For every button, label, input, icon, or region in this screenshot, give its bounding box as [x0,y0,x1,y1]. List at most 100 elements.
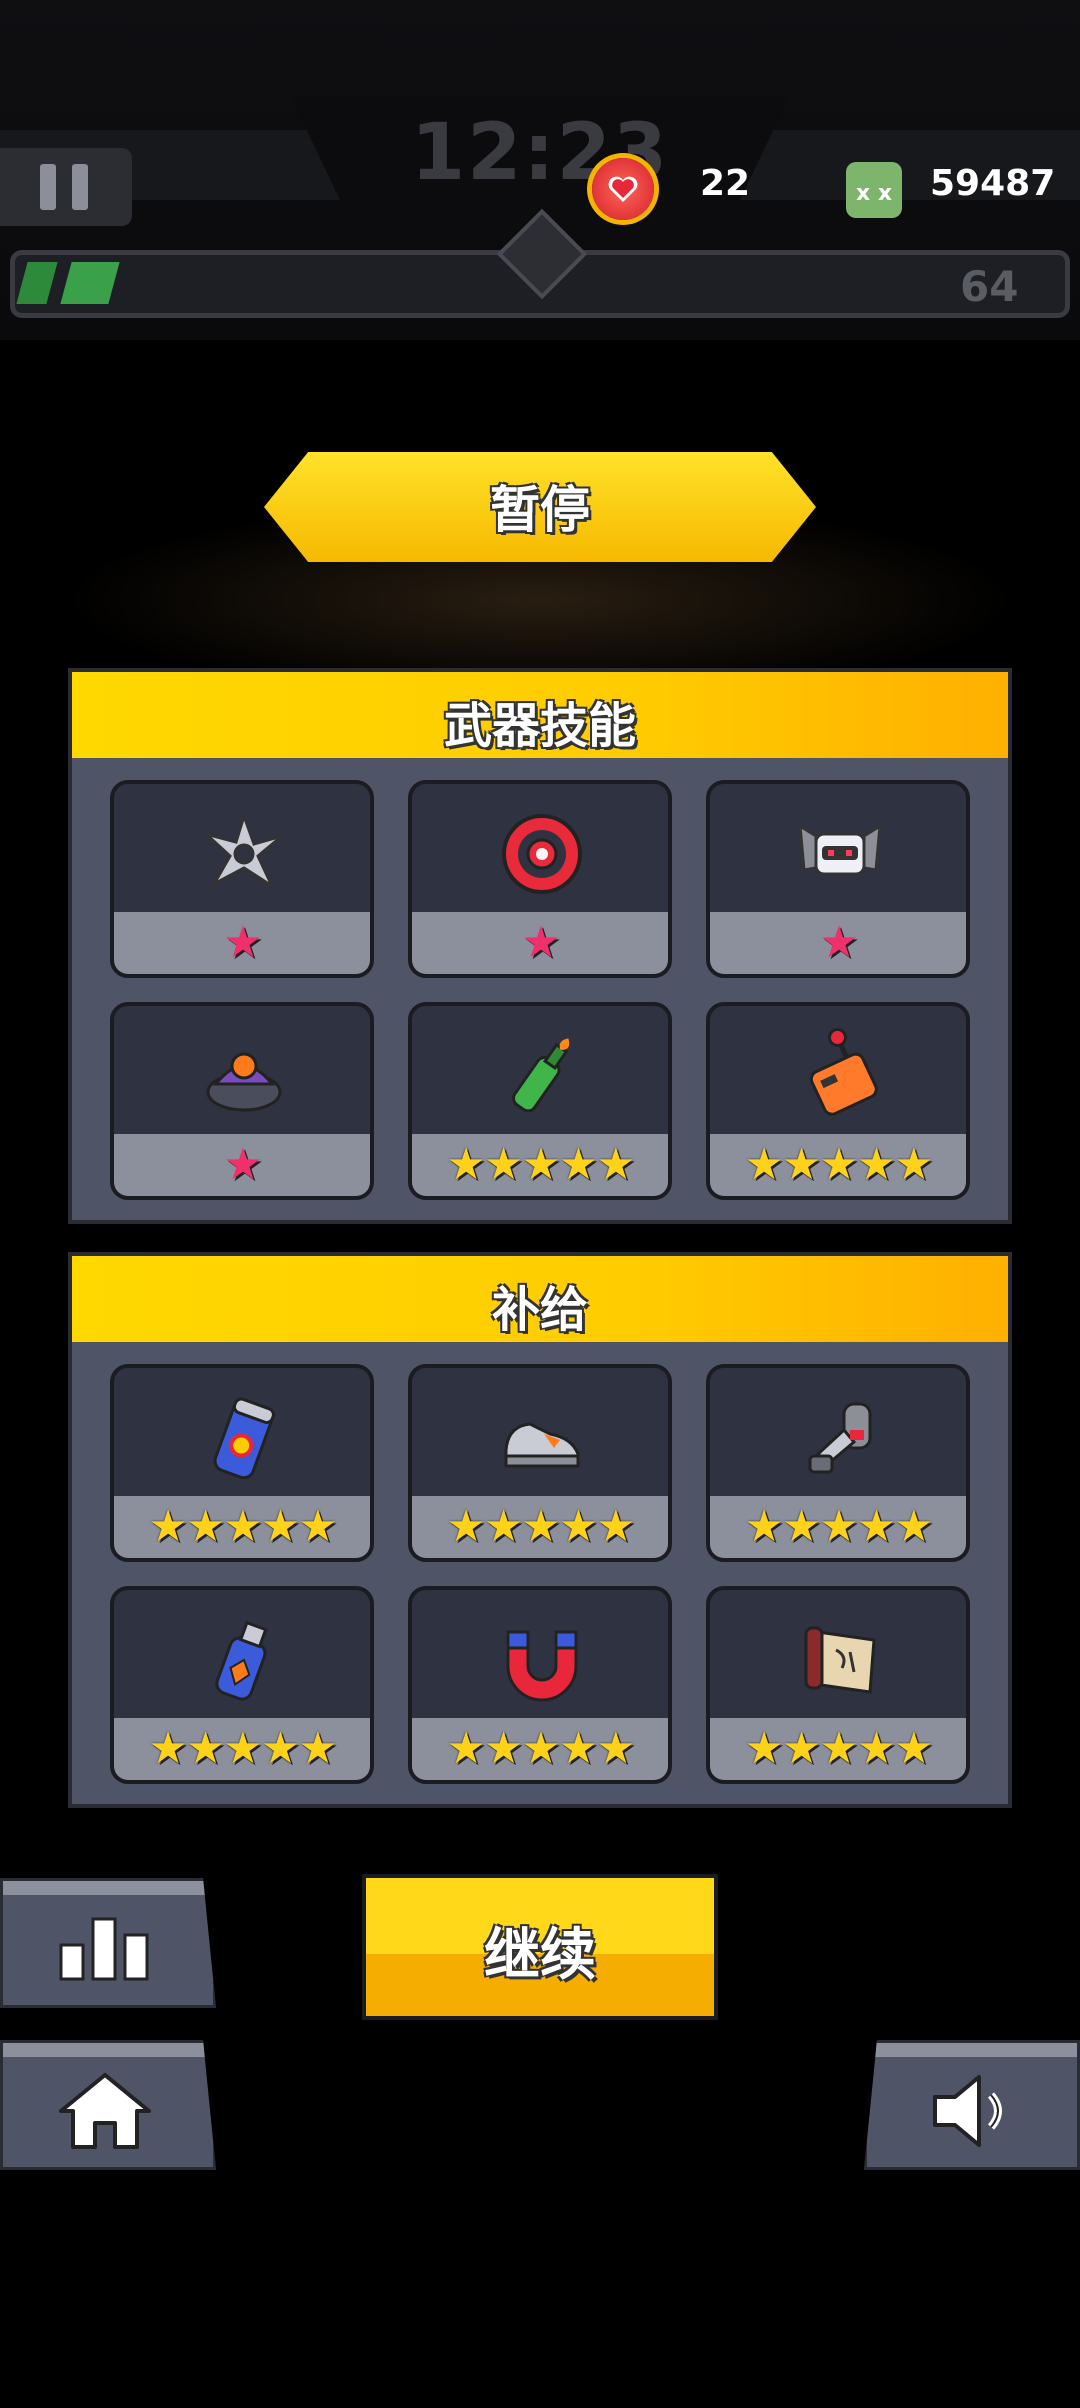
pause-title: 暂停 [490,481,590,539]
star-icon: ★ [185,1723,225,1774]
star-icon: ★ [521,1723,560,1774]
star-icon: ★ [819,1723,858,1774]
pause-icon [40,164,56,210]
star-icon: ★ [856,1139,896,1190]
star-icon: ★ [298,1723,337,1774]
star-rating: ★ [114,918,370,968]
heart-count: 22 [700,163,751,204]
star-icon: ★ [521,1139,560,1190]
star-icon: ★ [148,1723,187,1774]
star-icon: ★ [223,917,262,968]
weapon-skills-title: 武器技能 [443,698,636,754]
star-icon: ★ [894,1723,933,1774]
star-icon: ★ [483,1139,523,1190]
weapon-slot: ★ [706,780,970,978]
star-rating: ★★★★★ [412,1724,668,1774]
remote-controller-icon [809,1028,878,1116]
star-rating: ★★★★★ [114,1724,370,1774]
robot-drone-icon [798,823,882,876]
star-icon: ★ [596,1723,635,1774]
star-icon: ★ [894,1501,933,1552]
star-rating: ★★★★★ [412,1502,668,1552]
star-icon: ★ [856,1723,896,1774]
supply-slot: ★★★★★ [706,1586,970,1784]
star-rating: ★★★★★ [710,1502,966,1552]
weapon-slot: ★ [408,780,672,978]
star-icon: ★ [744,1501,783,1552]
armored-arm-icon [808,1402,872,1474]
supplies-title: 补给 [491,1282,588,1338]
supply-slot: ★★★★★ [408,1586,672,1784]
pause-button[interactable] [0,148,132,226]
button-highlight [3,1881,213,1895]
star-icon: ★ [260,1501,300,1552]
star-icon: ★ [558,1501,598,1552]
star-rating: ★★★★★ [710,1724,966,1774]
kill-count: 59487 [930,163,1056,204]
potion-bottle-icon [215,1620,268,1701]
home-button[interactable] [0,2040,216,2170]
home-icon [59,2073,151,2149]
weapon-skills-panel: 武器技能 ★ ★ ★ ★ ★★★★★ ★★★★★ [68,668,1012,1224]
player-level: 64 [960,262,1019,311]
star-icon: ★ [819,1139,858,1190]
star-icon: ★ [483,1723,523,1774]
star-rating: ★ [710,918,966,968]
star-icon: ★ [446,1723,485,1774]
molotov-bottle-icon [512,1038,570,1113]
supply-slot: ★★★★★ [408,1364,672,1562]
star-icon: ★ [148,1501,187,1552]
star-icon: ★ [744,1723,783,1774]
star-rating: ★★★★★ [710,1140,966,1190]
magnet-icon [506,1630,578,1702]
survival-timer: 12:23 [410,108,670,198]
star-icon: ★ [596,1501,635,1552]
weapon-slot: ★ [110,780,374,978]
star-icon: ★ [781,1501,821,1552]
star-rating: ★ [114,1140,370,1190]
weapon-slot: ★ [110,1002,374,1200]
supply-slot: ★★★★★ [706,1364,970,1562]
supplies-panel: 补给 ★★★★★ ★★★★★ ★★★★★ ★★★★★ ★★★★★ ★★★★★ [68,1252,1012,1808]
star-icon: ★ [744,1139,783,1190]
star-icon: ★ [521,1501,560,1552]
star-icon: ★ [260,1723,300,1774]
scroll-icon [804,1626,876,1694]
star-icon: ★ [446,1139,485,1190]
continue-button-label[interactable]: 继续 [362,1910,718,1991]
zombie-kill-icon: x x [846,162,902,218]
star-icon: ★ [223,1501,262,1552]
star-icon: ★ [558,1723,598,1774]
weapon-slot: ★★★★★ [706,1002,970,1200]
bar-chart-icon [59,1917,149,1981]
star-icon: ★ [185,1501,225,1552]
star-icon: ★ [483,1501,523,1552]
sneaker-icon [504,1422,580,1468]
heart-icon [592,158,654,220]
star-icon: ★ [298,1501,337,1552]
weapon-slot: ★★★★★ [408,1002,672,1200]
button-highlight [867,2043,1077,2057]
supply-slot: ★★★★★ [110,1364,374,1562]
star-icon: ★ [596,1139,635,1190]
star-rating: ★★★★★ [412,1140,668,1190]
star-icon: ★ [558,1139,598,1190]
svg-text:x x: x x [856,181,892,206]
sound-button[interactable] [864,2040,1080,2170]
star-icon: ★ [781,1723,821,1774]
star-icon: ★ [819,917,858,968]
star-icon: ★ [781,1139,821,1190]
supply-slot: ★★★★★ [110,1586,374,1784]
star-rating: ★ [412,918,668,968]
pause-icon-bar [72,164,88,210]
stats-button[interactable] [0,1878,216,2008]
purple-turret-icon [206,1052,282,1112]
star-rating: ★★★★★ [114,1502,370,1552]
button-highlight [3,2043,213,2057]
star-icon: ★ [819,1501,858,1552]
star-icon: ★ [446,1501,485,1552]
star-icon: ★ [894,1139,933,1190]
speaker-icon [933,2075,1002,2147]
star-icon: ★ [223,1139,262,1190]
red-disc-icon [502,814,582,894]
